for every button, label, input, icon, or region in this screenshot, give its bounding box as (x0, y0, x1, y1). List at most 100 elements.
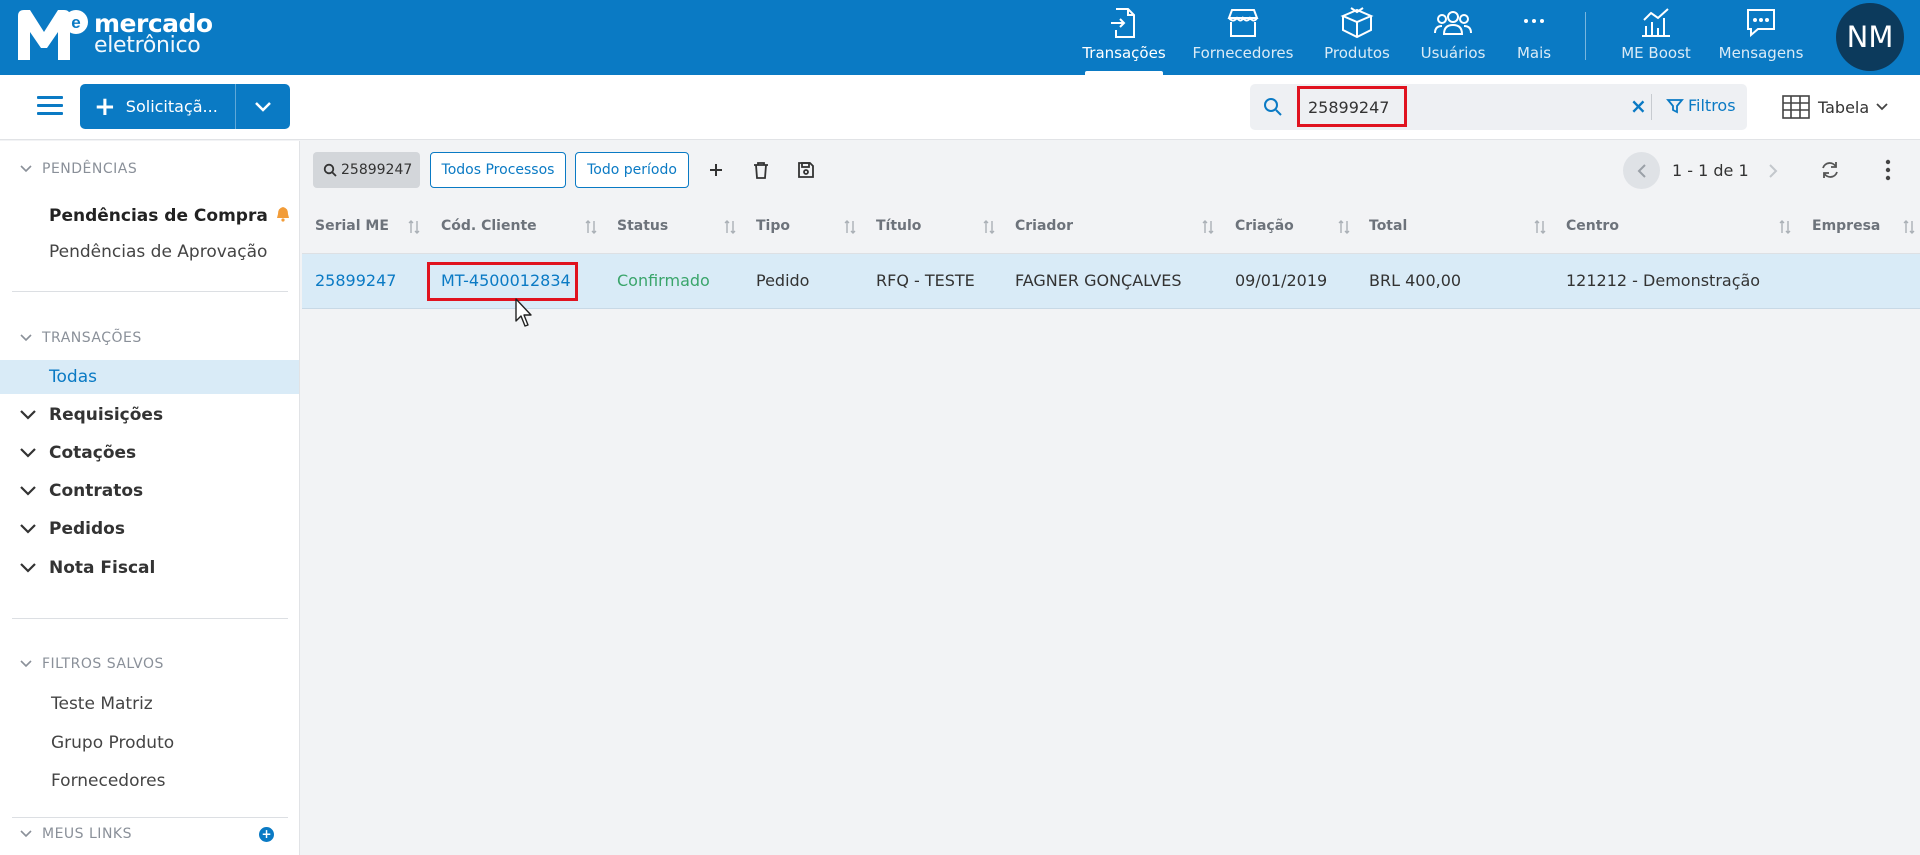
sort-icon[interactable] (1202, 220, 1214, 234)
sidebar-item-pendencias-compra[interactable]: Pendências de Compra (49, 206, 290, 226)
divider (12, 291, 288, 292)
nav-fornecedores[interactable]: Fornecedores (1193, 0, 1293, 75)
column-header-criacao[interactable]: Criação (1235, 218, 1294, 234)
transactions-icon (1111, 8, 1135, 38)
search-input[interactable] (1296, 84, 1626, 130)
sidebar-item-pendencias-aprovacao[interactable]: Pendências de Aprovação (49, 242, 267, 262)
logo-mark-icon: e (18, 10, 88, 60)
trash-icon (754, 162, 768, 179)
mouse-cursor-icon (515, 298, 532, 327)
chevron-down-icon (20, 563, 36, 573)
search-chip[interactable]: 25899247 (313, 152, 420, 188)
sidebar-item-todas[interactable]: Todas (0, 360, 299, 394)
chevron-down-icon (20, 448, 36, 458)
users-icon (1434, 11, 1472, 35)
saved-filter-item[interactable]: Teste Matriz (51, 694, 153, 714)
cell-tipo: Pedido (756, 271, 810, 290)
table-header: Serial ME Cód. Cliente Status Tipo Títul… (302, 200, 1920, 254)
search-icon[interactable] (1263, 97, 1283, 117)
nav-me-boost[interactable]: ME Boost (1621, 0, 1691, 75)
kebab-menu-icon (1885, 159, 1891, 181)
column-header-cliente[interactable]: Cód. Cliente (441, 218, 537, 234)
column-header-serial[interactable]: Serial ME (315, 218, 389, 234)
plus-icon: + (94, 91, 116, 122)
sort-icon[interactable] (1903, 220, 1915, 234)
nav-label: Usuários (1420, 44, 1486, 62)
chevron-down-icon (20, 165, 32, 173)
divider (12, 817, 288, 818)
sort-icon[interactable] (408, 220, 420, 234)
nav-label: Fornecedores (1192, 44, 1294, 62)
add-filter-button[interactable] (698, 152, 734, 188)
more-options-button[interactable] (1870, 152, 1906, 188)
sort-icon[interactable] (1338, 220, 1350, 234)
column-header-empresa[interactable]: Empresa (1812, 218, 1880, 234)
logo[interactable]: e mercado eletrônico (18, 10, 213, 60)
save-icon (798, 162, 814, 178)
filters-label: Filtros (1688, 96, 1736, 115)
message-icon (1747, 9, 1775, 38)
sidebar-group-nota-fiscal[interactable]: Nota Fiscal (20, 558, 155, 578)
process-filter-chip[interactable]: Todos Processos (430, 152, 566, 188)
next-page-button[interactable] (1754, 152, 1791, 189)
nav-usuarios[interactable]: Usuários (1420, 0, 1486, 75)
nav-transacoes[interactable]: Transações (1082, 0, 1166, 75)
cell-total: BRL 400,00 (1369, 271, 1462, 290)
cell-titulo: RFQ - TESTE (876, 271, 975, 290)
divider (12, 618, 288, 619)
column-header-tipo[interactable]: Tipo (756, 218, 790, 234)
sidebar-group-contratos[interactable]: Contratos (20, 481, 143, 501)
section-meus-links[interactable]: MEUS LINKS (20, 826, 132, 842)
column-header-total[interactable]: Total (1369, 218, 1407, 234)
action-toolbar: + Solicitaçã... × Filtros Tabela (0, 75, 1920, 140)
sidebar-group-cotacoes[interactable]: Cotações (20, 443, 136, 463)
sort-icon[interactable] (724, 220, 736, 234)
add-link-icon[interactable]: + (259, 827, 274, 842)
delete-filter-button[interactable] (743, 152, 779, 188)
section-pendencias[interactable]: PENDÊNCIAS (20, 161, 137, 177)
menu-icon[interactable] (37, 96, 63, 118)
chevron-down-icon (20, 830, 32, 838)
saved-filter-item[interactable]: Grupo Produto (51, 733, 174, 753)
svg-text:e: e (71, 13, 80, 32)
section-transacoes[interactable]: TRANSAÇÕES (20, 330, 142, 346)
nav-mensagens[interactable]: Mensagens (1719, 0, 1803, 75)
column-header-status[interactable]: Status (617, 218, 668, 234)
sort-icon[interactable] (844, 220, 856, 234)
sort-icon[interactable] (983, 220, 995, 234)
nav-label: Transações (1082, 44, 1166, 62)
clear-search-icon[interactable]: × (1630, 94, 1647, 118)
nav-divider (1585, 12, 1586, 60)
cell-serial-link[interactable]: 25899247 (315, 271, 396, 290)
save-filter-button[interactable] (788, 152, 824, 188)
table-row[interactable]: 25899247 MT-4500012834 Confirmado Pedido… (302, 254, 1920, 309)
chevron-right-icon (1768, 163, 1777, 178)
new-request-button[interactable]: + Solicitaçã... (80, 84, 290, 129)
logo-text-line1: mercado (94, 9, 213, 38)
sidebar-group-requisicoes[interactable]: Requisições (20, 405, 163, 425)
column-header-centro[interactable]: Centro (1566, 218, 1619, 234)
column-header-criador[interactable]: Criador (1015, 218, 1073, 234)
sort-icon[interactable] (1534, 220, 1546, 234)
section-filtros-salvos[interactable]: FILTROS SALVOS (20, 656, 164, 672)
logo-text-line2: eletrônico (94, 33, 201, 58)
cell-status: Confirmado (617, 271, 710, 290)
column-header-titulo[interactable]: Título (876, 218, 921, 234)
filters-button[interactable]: Filtros (1666, 96, 1736, 115)
sort-icon[interactable] (585, 220, 597, 234)
saved-filter-item[interactable]: Fornecedores (51, 771, 165, 791)
previous-page-button[interactable] (1623, 152, 1660, 189)
cell-cliente-link[interactable]: MT-4500012834 (441, 271, 571, 290)
period-filter-chip[interactable]: Todo período (575, 152, 689, 188)
refresh-button[interactable] (1812, 152, 1848, 188)
sidebar-group-pedidos[interactable]: Pedidos (20, 519, 125, 539)
new-request-label: Solicitaçã... (125, 97, 218, 116)
nav-produtos[interactable]: Produtos (1324, 0, 1390, 75)
nav-label: ME Boost (1621, 44, 1691, 62)
sidebar: PENDÊNCIAS Pendências de Compra Pendênci… (0, 141, 300, 855)
view-selector[interactable]: Tabela (1782, 95, 1889, 119)
sort-icon[interactable] (1779, 220, 1791, 234)
new-request-dropdown-button[interactable] (236, 101, 290, 113)
avatar[interactable]: NM (1836, 3, 1904, 71)
nav-mais[interactable]: Mais (1517, 0, 1551, 75)
